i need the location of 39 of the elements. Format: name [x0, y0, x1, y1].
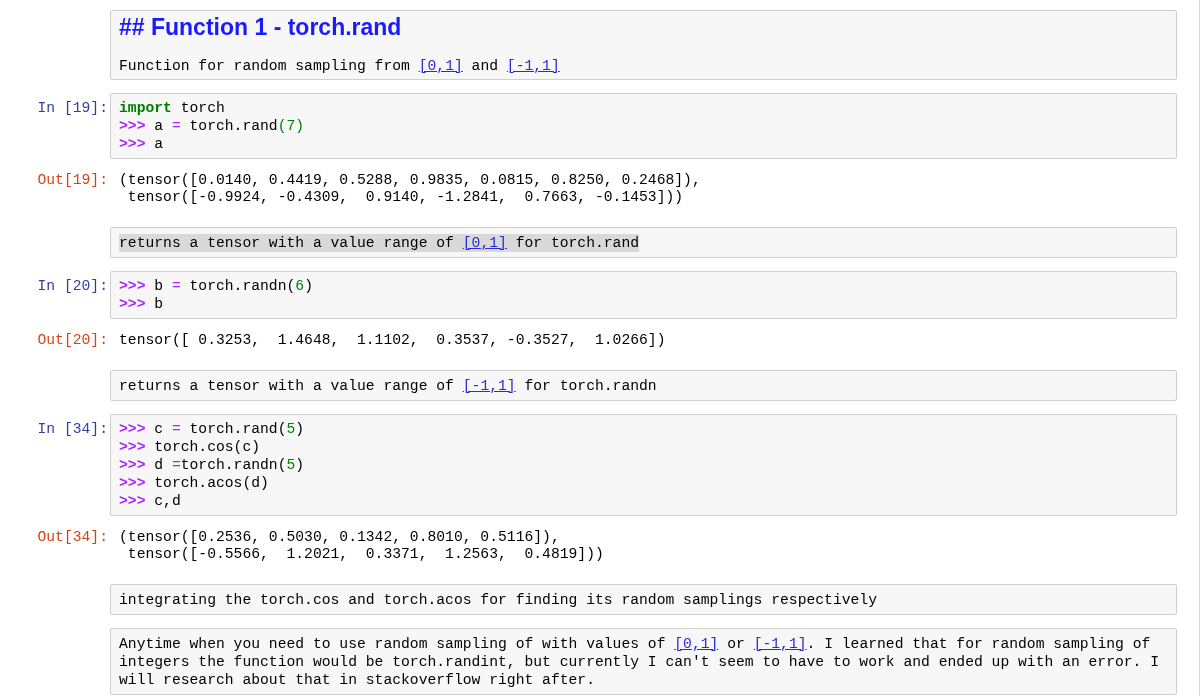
output-text: (tensor([0.2536, 0.5030, 0.1342, 0.8010, 0.5116]), tensor([-0.5566, 1.2021, 0.3371, 1.2563, 0.4819])) — [118, 529, 604, 563]
input-prompt: In [20]: — [37, 278, 108, 294]
code-line: >>> b — [119, 295, 164, 313]
output-prompt: Out[34]: — [37, 529, 108, 545]
markdown-text: integrating the torch.cos and torch.acos for finding its random samplings respectively — [119, 591, 877, 609]
code-line: >>> c,d — [119, 492, 181, 510]
code-cell[interactable]: >>> b = torch.randn(6) >>> b — [110, 271, 1177, 319]
output-prompt: Out[19]: — [37, 172, 108, 188]
code-line: >>> d =torch.randn(5) — [119, 456, 305, 474]
link[interactable]: [0,1] — [674, 636, 719, 652]
link[interactable]: [0,1] — [418, 58, 463, 74]
markdown-text: returns a tensor with a value range of [-1,1] for torch.randn — [119, 377, 657, 395]
markdown-heading: ## Function 1 - torch.rand — [119, 15, 402, 39]
output-text: tensor([ 0.3253, 1.4648, 1.1102, 0.3537, -0.3527, 1.0266]) — [118, 332, 666, 349]
link[interactable]: [-1,1] — [753, 636, 807, 652]
code-line: >>> torch.acos(d) — [119, 474, 269, 492]
markdown-text: returns a tensor with a value range of [0,1] for torch.rand — [119, 234, 640, 252]
code-line: >>> a = torch.rand(7) — [119, 117, 305, 135]
markdown-cell[interactable]: integrating the torch.cos and torch.acos for finding its random samplings respectively — [110, 584, 1177, 615]
markdown-text: Function for random sampling from [0,1] and [-1,1] — [119, 57, 560, 75]
code-line: >>> b = torch.randn(6) — [119, 277, 313, 295]
code-cell[interactable]: import torch >>> a = torch.rand(7) >>> a — [110, 93, 1177, 159]
markdown-cell[interactable] — [110, 628, 1177, 695]
code-line: >>> c = torch.rand(5) — [119, 420, 305, 438]
link[interactable]: [-1,1] — [462, 378, 516, 394]
link[interactable]: [0,1] — [462, 235, 507, 251]
markdown-cell[interactable]: returns a tensor with a value range of [-1,1] for torch.randn — [110, 370, 1177, 401]
markdown-cell[interactable]: returns a tensor with a value range of [0,1] for torch.rand — [110, 227, 1177, 258]
output-prompt: Out[20]: — [37, 332, 108, 348]
code-line: >>> a — [119, 135, 164, 153]
markdown-text: Anytime when you need to use random sampling of with values of [0,1] or [-1,1]. I learned that for random sampling of integers the function would be torch.randint, but currently I can't seem to have to work and ended up with an error. I will research about that in stackoverflow right after. — [119, 635, 1161, 689]
input-prompt: In [19]: — [37, 100, 108, 116]
code-cell[interactable]: >>> c = torch.rand(5) >>> torch.cos(c) >>> d =torch.randn(5) >>> torch.acos(d) >>> c,d — [110, 414, 1177, 516]
markdown-cell[interactable]: ## Function 1 - torch.rand Function for random sampling from [0,1] and [-1,1] — [110, 10, 1177, 80]
input-prompt: In [34]: — [37, 421, 108, 437]
code-line: import torch — [119, 99, 225, 117]
link[interactable]: [-1,1] — [506, 58, 560, 74]
code-line: >>> torch.cos(c) — [119, 438, 261, 456]
output-text: (tensor([0.0140, 0.4419, 0.5288, 0.9835, 0.0815, 0.8250, 0.2468]), tensor([-0.9924, -0.4309, 0.9140, -1.2841, 0.7663, -0.1453])) — [118, 172, 701, 206]
